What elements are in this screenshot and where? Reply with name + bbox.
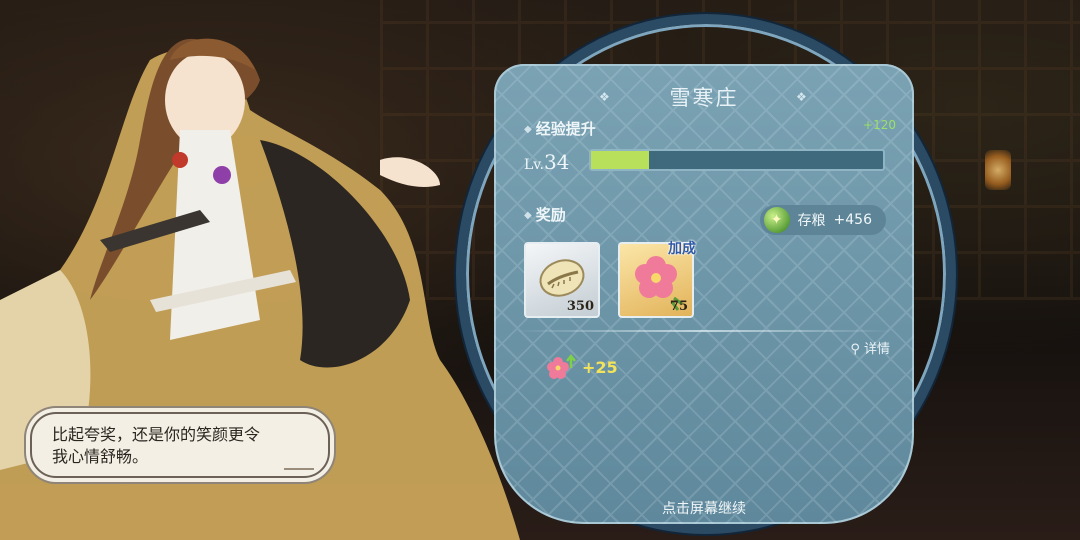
- level-number: 34: [544, 150, 570, 174]
- rewards-section-label: ◆ 奖励: [524, 206, 566, 224]
- diamond-icon: ◆: [524, 124, 532, 135]
- divider: [514, 330, 894, 332]
- settlement-panel: ❖ 雪寒庄 ❖ ◆经验提升 +120 Lv.34 ◆奖励 ✦ 存粮 +456: [456, 14, 956, 534]
- dialog-box[interactable]: 比起夸奖，还是你的笑颜更令 我心情舒畅。: [30, 412, 330, 478]
- reward-item-shell[interactable]: 350: [524, 242, 600, 318]
- grain-badge: ✦ 存粮 +456: [759, 205, 886, 235]
- dialog-line-2: 我心情舒畅。: [52, 447, 149, 466]
- reward-qty: 75: [669, 299, 688, 314]
- bonus-tag: 加成: [668, 241, 696, 257]
- dialog-ornament: [284, 468, 314, 470]
- exp-section-label: ◆ 经验提升: [524, 120, 596, 138]
- title-ornament-right: ❖: [796, 90, 807, 104]
- exp-progress-fill: [591, 151, 650, 169]
- level-display: Lv.34: [524, 150, 569, 174]
- grain-value: +456: [833, 212, 872, 228]
- search-icon: ⚲: [850, 342, 860, 357]
- lantern: [985, 150, 1011, 190]
- grain-icon: ✦: [763, 207, 790, 233]
- level-prefix: Lv.: [524, 157, 544, 173]
- exp-progress-bar: [589, 149, 885, 171]
- reward-qty: 350: [566, 299, 594, 314]
- tap-to-continue[interactable]: 点击屏幕继续: [494, 498, 914, 518]
- extra-bonus: +25: [546, 354, 618, 380]
- extra-bonus-value: +25: [582, 357, 618, 377]
- panel-title: 雪寒庄: [669, 86, 739, 110]
- panel-body: ❖ 雪寒庄 ❖ ◆经验提升 +120 Lv.34 ◆奖励 ✦ 存粮 +456: [494, 64, 914, 524]
- dialog-line-1: 比起夸奖，还是你的笑颜更令: [52, 425, 261, 444]
- detail-link[interactable]: ⚲ 详情: [850, 338, 890, 357]
- diamond-icon: ◆: [524, 210, 532, 221]
- blossom-up-icon: [547, 354, 576, 379]
- grain-label: 存粮: [797, 213, 826, 229]
- exp-gain: +120: [863, 118, 896, 132]
